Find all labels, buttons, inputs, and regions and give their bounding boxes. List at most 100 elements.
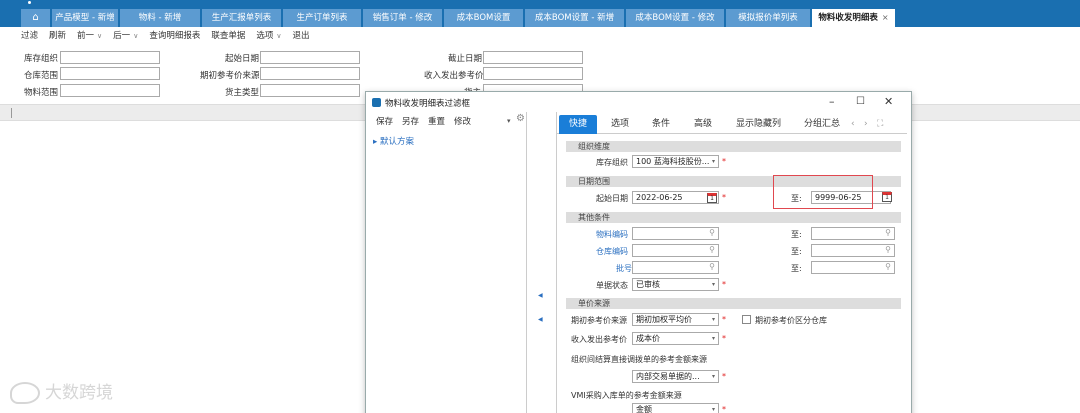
expand-icon[interactable]: ⛶ bbox=[877, 115, 883, 134]
query-detail-report-button[interactable]: 查询明细报表 bbox=[149, 29, 200, 41]
dialog-titlebar[interactable]: 物料收发明细表过滤框 – ☐ ✕ bbox=[366, 92, 911, 112]
tab-advanced[interactable]: 高级 bbox=[694, 115, 712, 134]
tab-show-hide-columns[interactable]: 显示隐藏列 bbox=[736, 115, 781, 134]
tab-conditions[interactable]: 条件 bbox=[652, 115, 670, 134]
batch-from-input[interactable]: ⚲ bbox=[632, 261, 719, 274]
default-scheme-item[interactable]: ▸ 默认方案 bbox=[373, 135, 414, 147]
required-mark: * bbox=[722, 280, 726, 289]
filter-button[interactable]: 过滤 bbox=[21, 29, 38, 41]
batch-label[interactable]: 批号 bbox=[616, 263, 632, 274]
section-other: 其他条件 bbox=[566, 212, 901, 223]
to-label: 至: bbox=[791, 247, 802, 256]
section-price-source: 单价来源 bbox=[566, 298, 901, 309]
tab-material-io-detail[interactable]: 物料收发明细表 × bbox=[812, 9, 896, 27]
initial-ref-label: 期初参考价来源 bbox=[571, 316, 627, 325]
next-button[interactable]: 后一 ∨ bbox=[113, 29, 138, 41]
search-icon[interactable]: ⚲ bbox=[885, 245, 891, 255]
module-tab-bar: ⌂ 产品模型 - 新增 物料 - 新增 生产汇报单列表 生产订单列表 销售订单 … bbox=[0, 0, 1080, 27]
warehouse-range-label: 仓库范围 bbox=[24, 71, 59, 81]
tab-cost-bom-setting[interactable]: 成本BOM设置 bbox=[444, 9, 524, 27]
search-icon[interactable]: ⚲ bbox=[885, 262, 891, 272]
tab-material-new[interactable]: 物料 - 新增 bbox=[120, 9, 201, 27]
watermark: 大数跨境 bbox=[10, 378, 113, 404]
tab-production-order-list[interactable]: 生产订单列表 bbox=[283, 9, 362, 27]
io-ref-price-input[interactable] bbox=[483, 67, 583, 80]
required-mark: * bbox=[722, 372, 726, 381]
end-date-input[interactable] bbox=[483, 51, 583, 64]
save-scheme-button[interactable]: 保存 bbox=[376, 115, 393, 127]
tab-simulated-quote-list[interactable]: 模拟报价单列表 bbox=[726, 9, 811, 27]
filter-dialog: 物料收发明细表过滤框 – ☐ ✕ 保存 另存 重置 修改 ▾ ⚙ ▸ 默认方案 … bbox=[365, 91, 912, 413]
start-date-input[interactable] bbox=[260, 51, 360, 64]
search-icon[interactable]: ⚲ bbox=[709, 228, 715, 238]
warehouse-range-input[interactable] bbox=[60, 67, 160, 80]
required-mark: * bbox=[722, 157, 726, 166]
menu-chevron-icon[interactable]: ▾ bbox=[507, 117, 511, 125]
close-tab-icon[interactable]: × bbox=[882, 13, 889, 22]
search-icon[interactable]: ⚲ bbox=[709, 262, 715, 272]
tab-product-model-new[interactable]: 产品模型 - 新增 bbox=[52, 9, 119, 27]
previous-button[interactable]: 前一 ∨ bbox=[77, 29, 102, 41]
end-date-label: 截止日期 bbox=[448, 54, 483, 64]
close-icon[interactable]: ✕ bbox=[884, 95, 893, 108]
maximize-icon[interactable]: ☐ bbox=[856, 96, 865, 107]
initial-ref-select[interactable]: 期初加权平均价 ▾ bbox=[632, 313, 719, 326]
tab-cost-bom-edit[interactable]: 成本BOM设置 - 修改 bbox=[626, 9, 725, 27]
modify-button[interactable]: 修改 bbox=[454, 115, 471, 127]
collapse-left-icon[interactable]: ◀ bbox=[538, 316, 543, 323]
batch-to-input[interactable]: ⚲ bbox=[811, 261, 895, 274]
io-ref-select[interactable]: 成本价 ▾ bbox=[632, 332, 719, 345]
required-mark: * bbox=[722, 315, 726, 324]
material-code-label[interactable]: 物料编码 bbox=[596, 229, 628, 240]
initial-ref-source-input[interactable] bbox=[260, 67, 360, 80]
collapse-left-icon[interactable]: ◀ bbox=[538, 292, 543, 299]
minimize-icon[interactable]: – bbox=[829, 95, 835, 108]
tab-group-summary[interactable]: 分组汇总 bbox=[804, 115, 840, 134]
reset-button[interactable]: 重置 bbox=[428, 115, 445, 127]
exit-button[interactable]: 退出 bbox=[292, 29, 309, 41]
warehouse-code-to-input[interactable]: ⚲ bbox=[811, 244, 895, 257]
calendar-icon[interactable]: 1 bbox=[707, 193, 717, 203]
cross-org-label: 组织间结算直接调拨单的参考金额来源 bbox=[571, 355, 707, 364]
doc-status-select[interactable]: 已审核 ▾ bbox=[632, 278, 719, 291]
tab-quick[interactable]: 快捷 bbox=[559, 115, 597, 134]
options-button[interactable]: 选项 ∨ bbox=[256, 29, 281, 41]
cross-org-select[interactable]: 内部交易单据的... ▾ bbox=[632, 370, 719, 383]
search-icon[interactable]: ⚲ bbox=[885, 228, 891, 238]
app-icon bbox=[372, 98, 381, 107]
chevron-down-icon: ∨ bbox=[97, 32, 103, 40]
tab-options[interactable]: 选项 bbox=[611, 115, 629, 134]
tab-prev-icon[interactable]: ‹ bbox=[851, 115, 855, 134]
warehouse-code-from-input[interactable]: ⚲ bbox=[632, 244, 719, 257]
tab-next-icon[interactable]: › bbox=[864, 115, 868, 134]
material-code-to-input[interactable]: ⚲ bbox=[811, 227, 895, 240]
calendar-icon[interactable]: 1 bbox=[882, 192, 892, 202]
material-range-input[interactable] bbox=[60, 84, 160, 97]
initial-ref-source-label: 期初参考价来源 bbox=[200, 71, 260, 81]
required-mark: * bbox=[722, 334, 726, 343]
dlg-stock-org-select[interactable]: 100 蓝海科技股份... ▾ bbox=[632, 155, 719, 168]
tab-cost-bom-new[interactable]: 成本BOM设置 - 新增 bbox=[525, 9, 625, 27]
vmi-select[interactable]: 金额 ▾ bbox=[632, 403, 719, 413]
tab-sales-order-edit[interactable]: 销售订单 - 修改 bbox=[363, 9, 443, 27]
owner-type-input[interactable] bbox=[260, 84, 360, 97]
split-warehouse-checkbox[interactable] bbox=[742, 315, 751, 324]
required-mark: * bbox=[722, 405, 726, 413]
search-icon[interactable]: ⚲ bbox=[709, 245, 715, 255]
tab-production-report-list[interactable]: 生产汇报单列表 bbox=[202, 9, 282, 27]
material-range-label: 物料范围 bbox=[24, 88, 59, 98]
stock-org-input[interactable] bbox=[60, 51, 160, 64]
save-as-button[interactable]: 另存 bbox=[402, 115, 419, 127]
linked-document-button[interactable]: 联查单据 bbox=[211, 29, 245, 41]
warehouse-code-label[interactable]: 仓库编码 bbox=[596, 246, 628, 257]
dlg-start-date-input[interactable]: 2022-06-25 1 bbox=[632, 191, 719, 204]
indicator-dot bbox=[28, 1, 31, 4]
gear-icon[interactable]: ⚙ bbox=[516, 113, 525, 124]
refresh-button[interactable]: 刷新 bbox=[49, 29, 66, 41]
to-label: 至: bbox=[791, 264, 802, 273]
home-tab[interactable]: ⌂ bbox=[21, 9, 51, 27]
dropdown-icon: ▾ bbox=[711, 158, 715, 165]
material-code-from-input[interactable]: ⚲ bbox=[632, 227, 719, 240]
to-label: 至: bbox=[791, 230, 802, 239]
doc-status-label: 单据状态 bbox=[596, 281, 628, 290]
